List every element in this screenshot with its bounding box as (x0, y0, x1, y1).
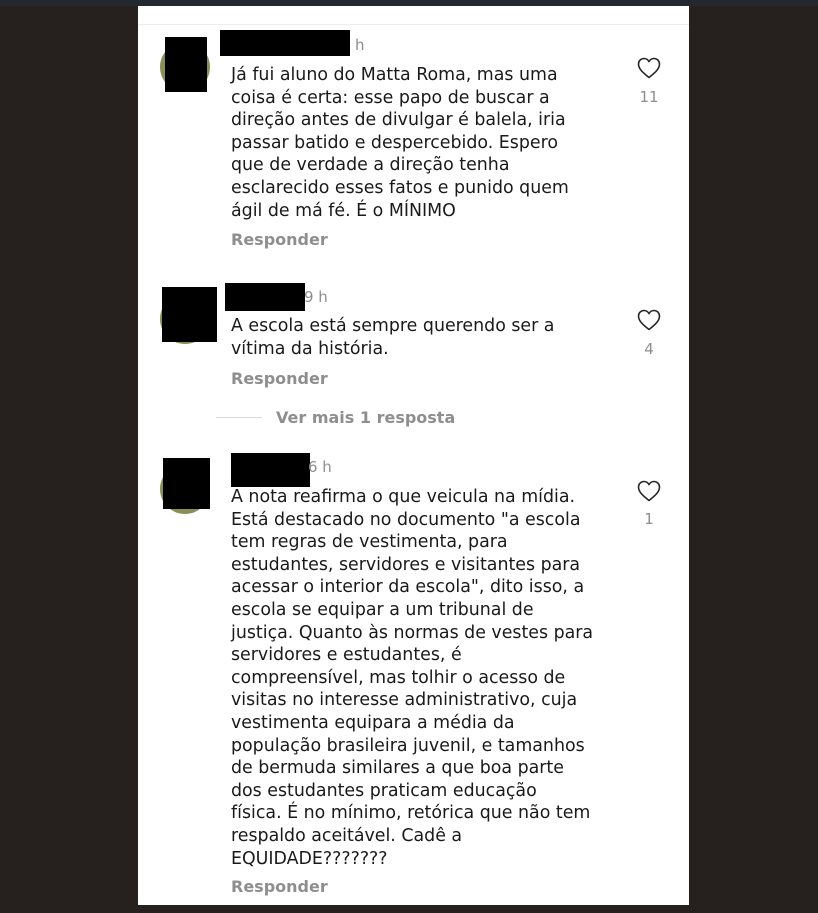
comment-text: A escola está sempre querendo ser a víti… (231, 315, 621, 360)
avatar-redacted[interactable] (163, 458, 210, 509)
comment-line: Está destacado no documento "a escola (231, 509, 581, 530)
comment-line: justiça. Quanto às normas de vestes para (231, 622, 594, 643)
username-redacted[interactable] (225, 283, 305, 311)
comment-line: esclarecido esses fatos e punido quem (231, 177, 569, 198)
view-more-replies-button[interactable]: Ver mais 1 resposta (276, 408, 455, 427)
comment-line: passar batido e despercebido. Espero (231, 132, 558, 153)
comment-line: estudantes, servidores e visitantes para (231, 554, 581, 575)
comment-line: respaldo aceitável. Cadê a (231, 825, 463, 846)
comment-text: A nota reafirma o que veicula na mídia. … (231, 486, 621, 870)
comment-line: direção antes de divulgar é balela, iria (231, 110, 566, 131)
avatar-redacted[interactable] (162, 287, 217, 342)
comment-line: população brasileira juvenil, e tamanhos (231, 735, 585, 756)
comment-line: A escola está sempre querendo ser a (231, 316, 555, 336)
username-redacted[interactable] (231, 453, 310, 487)
heart-outline-icon[interactable] (637, 57, 661, 79)
reply-button[interactable]: Responder (231, 877, 328, 896)
divider (138, 24, 689, 25)
more-replies-divider (216, 417, 262, 418)
comment-line: coisa é certa: esse papo de buscar a (231, 87, 550, 108)
like-count: 1 (644, 510, 654, 528)
avatar-redacted[interactable] (165, 37, 207, 92)
comment-line: Já fui aluno do Matta Roma, mas uma (231, 65, 558, 85)
reply-button[interactable]: Responder (231, 230, 328, 249)
comment-time: 6 h (308, 458, 332, 476)
comment-text: Já fui aluno do Matta Roma, mas uma cois… (231, 64, 621, 222)
like-count: 11 (639, 88, 659, 106)
heart-outline-icon[interactable] (637, 480, 661, 502)
comment-line: A nota reafirma o que veicula na mídia. (231, 487, 576, 507)
comment-line: acessar o interior da escola", dito isso… (231, 577, 585, 598)
heart-outline-icon[interactable] (637, 309, 661, 331)
comment-line: escola se equipar a um tribunal de (231, 599, 534, 620)
like-count: 4 (644, 340, 654, 358)
comment-time: 9 h (304, 288, 328, 306)
comment-time: h (355, 36, 365, 54)
comment-line: servidores e estudantes, é (231, 645, 462, 666)
comment-line: compreensível, mas tolhir o acesso de (231, 667, 566, 688)
comments-panel: h Já fui aluno do Matta Roma, mas uma co… (138, 6, 689, 905)
comment-line: vestimenta equipara a média da (231, 712, 515, 733)
comment-line: visitas no interesse administrativo, cuj… (231, 690, 578, 711)
comment-line: que de verdade a direção tenha (231, 155, 510, 176)
comment-line: EQUIDADE??????? (231, 848, 388, 869)
comment-line: vítima da história. (231, 338, 389, 359)
reply-button[interactable]: Responder (231, 369, 328, 388)
comment-line: física. É no mínimo, retórica que não te… (231, 803, 591, 824)
comment-line: de bermuda similares a que boa parte (231, 758, 564, 779)
username-redacted[interactable] (220, 30, 350, 56)
comment-line: dos estudantes praticam educação (231, 780, 537, 801)
comment-line: ágil de má fé. É o MÍNIMO (231, 200, 456, 221)
comment-line: tem regras de vestimenta, para (231, 532, 508, 553)
